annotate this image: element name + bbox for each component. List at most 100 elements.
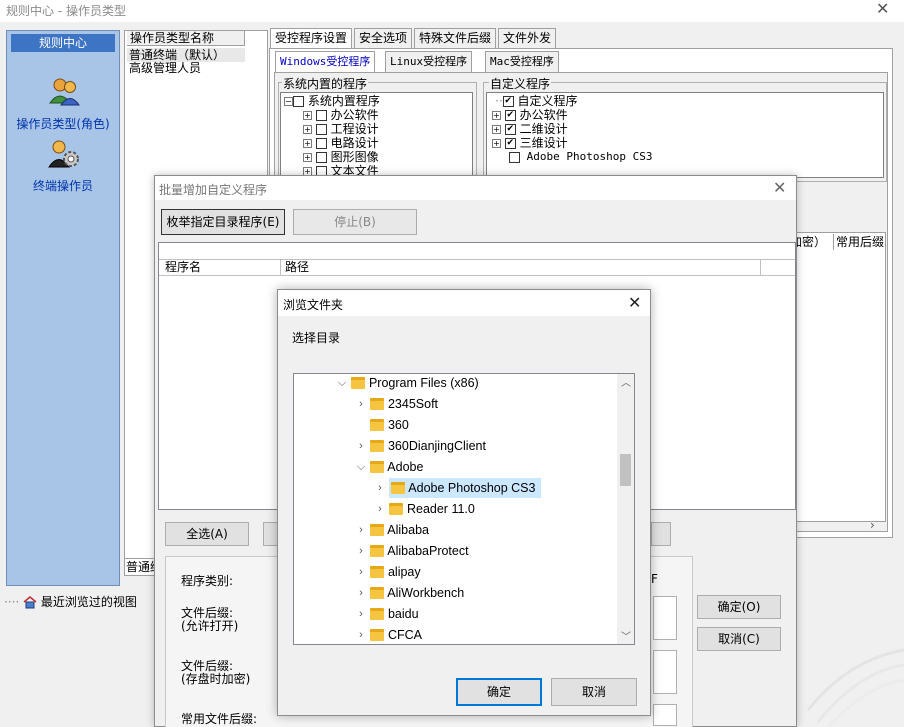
folder-row[interactable]: › alipay bbox=[355, 562, 420, 583]
browse-dialog-title: 浏览文件夹 bbox=[283, 298, 344, 312]
chevron-right-icon[interactable]: › bbox=[355, 604, 367, 625]
folder-icon bbox=[389, 502, 404, 515]
scroll-down-arrow[interactable]: ﹀ bbox=[621, 628, 631, 643]
folder-row[interactable]: › Adobe Photoshop CS3 bbox=[374, 478, 542, 499]
tab-controlled-programs[interactable]: 受控程序设置 bbox=[270, 28, 353, 49]
tree-row[interactable]: ·· ✔ 自定义程序 bbox=[495, 94, 577, 108]
partial-button[interactable] bbox=[651, 522, 671, 546]
tree-row[interactable]: − 系统内置程序 bbox=[284, 94, 380, 108]
stop-button[interactable]: 停止(B) bbox=[293, 209, 417, 235]
checkbox[interactable] bbox=[509, 151, 520, 163]
enum-directory-button[interactable]: 枚举指定目录程序(E) bbox=[161, 209, 285, 235]
folder-row[interactable]: 360 bbox=[355, 415, 409, 436]
role-list-header[interactable]: 操作员类型名称 bbox=[127, 31, 245, 46]
browse-cancel-button[interactable]: 取消 bbox=[551, 678, 637, 706]
subtab-mac[interactable]: Mac受控程序 bbox=[485, 51, 559, 72]
chevron-down-icon[interactable]: ⌵ bbox=[336, 374, 348, 394]
subtab-linux[interactable]: Linux受控程序 bbox=[385, 51, 473, 72]
folder-icon bbox=[391, 481, 406, 494]
checkbox-checked[interactable]: ✔ bbox=[504, 110, 516, 121]
expand-icon[interactable]: + bbox=[303, 139, 312, 148]
batch-cancel-button[interactable]: 取消(C) bbox=[697, 627, 781, 651]
batch-close-button[interactable]: ✕ bbox=[773, 178, 786, 197]
folder-row[interactable]: › Alibaba bbox=[355, 520, 429, 541]
role-row[interactable]: 高级管理人员 bbox=[127, 61, 245, 75]
scrollbar-thumb[interactable] bbox=[620, 454, 631, 486]
tree-row[interactable]: + ✔ 办公软件 bbox=[492, 108, 568, 122]
chevron-right-icon[interactable]: › bbox=[355, 625, 367, 644]
nav-label-operator-types: 操作员类型(角色) bbox=[16, 117, 110, 131]
select-all-button[interactable]: 全选(A) bbox=[165, 522, 249, 546]
expand-icon[interactable]: + bbox=[492, 125, 501, 134]
tree-row[interactable]: + ✔ 三维设计 bbox=[492, 136, 568, 150]
nav-item-terminal-operators[interactable]: 终端操作员 bbox=[7, 135, 119, 193]
chevron-right-icon[interactable]: › bbox=[355, 520, 367, 541]
recent-views-label: 最近浏览过的视图 bbox=[40, 595, 137, 609]
tree-row[interactable]: + 电路设计 bbox=[303, 136, 379, 150]
checkbox-checked[interactable]: ✔ bbox=[504, 124, 516, 135]
role-row-bottom[interactable]: 普通终 bbox=[125, 558, 155, 574]
scroll-right-arrow[interactable]: › bbox=[870, 518, 875, 532]
scroll-up-arrow[interactable]: ︿ bbox=[621, 374, 631, 389]
checkbox[interactable] bbox=[315, 138, 327, 149]
chevron-right-icon[interactable]: › bbox=[355, 583, 367, 604]
expand-icon[interactable]: + bbox=[492, 111, 501, 120]
expand-icon[interactable]: + bbox=[303, 153, 312, 162]
chevron-right-icon[interactable]: › bbox=[355, 562, 367, 583]
checkbox-checked[interactable]: ✔ bbox=[504, 138, 516, 149]
label-common-suffix: 常用文件后缀: bbox=[181, 712, 258, 726]
checkbox-checked[interactable]: ✔ bbox=[502, 96, 514, 107]
folder-row[interactable]: › 360DianjingClient bbox=[355, 436, 486, 457]
expand-icon[interactable]: + bbox=[303, 125, 312, 134]
tab-security-options[interactable]: 安全选项 bbox=[354, 28, 413, 48]
folder-row[interactable]: › AlibabaProtect bbox=[355, 541, 468, 562]
folder-row[interactable]: › baidu bbox=[355, 604, 418, 625]
tab-special-suffixes[interactable]: 特殊文件后缀 bbox=[414, 28, 497, 48]
checkbox[interactable] bbox=[315, 124, 327, 135]
folder-row[interactable]: › 2345Soft bbox=[355, 394, 438, 415]
folder-row[interactable]: › AliWorkbench bbox=[355, 583, 464, 604]
tree-row[interactable]: + 办公软件 bbox=[303, 108, 379, 122]
users-icon bbox=[49, 78, 80, 106]
tree-row[interactable]: + 图形图像 bbox=[303, 150, 379, 164]
col-header-path[interactable]: 路径 bbox=[285, 260, 761, 275]
vertical-scrollbar[interactable]: ︿ ﹀ bbox=[617, 374, 634, 644]
browse-ok-button[interactable]: 确定 bbox=[456, 678, 542, 706]
nav-item-operator-types[interactable]: 操作员类型(角色) bbox=[7, 71, 119, 131]
tree-row[interactable]: Adobe Photoshop CS3 bbox=[509, 150, 652, 164]
tree-row[interactable]: + 工程设计 bbox=[303, 122, 379, 136]
common-suffix-input[interactable] bbox=[653, 704, 677, 726]
browse-close-button[interactable]: ✕ bbox=[628, 293, 641, 312]
selected-folder[interactable]: Adobe Photoshop CS3 bbox=[389, 478, 542, 498]
main-close-button[interactable]: ✕ bbox=[876, 0, 889, 18]
role-row[interactable]: 普通终端（默认） bbox=[127, 48, 245, 62]
chevron-down-icon[interactable]: ⌵ bbox=[355, 457, 367, 478]
folder-row[interactable]: › CFCA bbox=[355, 625, 422, 644]
folder-icon bbox=[370, 397, 385, 410]
custom-group-title: 自定义程序 bbox=[489, 75, 552, 92]
folder-row[interactable]: › Reader 11.0 bbox=[374, 499, 475, 520]
chevron-right-icon[interactable]: › bbox=[355, 436, 367, 457]
checkbox[interactable] bbox=[293, 96, 304, 107]
folder-icon bbox=[370, 439, 385, 452]
collapse-icon[interactable]: − bbox=[284, 97, 293, 106]
subtab-windows[interactable]: Windows受控程序 bbox=[275, 51, 376, 72]
chevron-right-icon[interactable]: › bbox=[374, 499, 386, 520]
expand-icon[interactable]: + bbox=[492, 139, 501, 148]
recent-views-link[interactable]: ···· 最近浏览过的视图 bbox=[4, 594, 137, 610]
expand-icon[interactable]: + bbox=[303, 111, 312, 120]
main-titlebar: 规则中心 - 操作员类型 ✕ bbox=[0, 0, 904, 22]
tree-row[interactable]: + ✔ 二维设计 bbox=[492, 122, 568, 136]
chevron-right-icon[interactable]: › bbox=[355, 394, 367, 415]
checkbox[interactable] bbox=[315, 152, 327, 163]
checkbox[interactable] bbox=[315, 110, 327, 121]
chevron-right-icon[interactable]: › bbox=[355, 541, 367, 562]
col-header-program-name[interactable]: 程序名 bbox=[165, 260, 281, 275]
chevron-right-icon[interactable]: › bbox=[374, 478, 386, 499]
tab-file-outgoing[interactable]: 文件外发 bbox=[498, 28, 557, 48]
batch-ok-button[interactable]: 确定(O) bbox=[697, 595, 781, 619]
folder-row[interactable]: ⌵ Program Files (x86) bbox=[336, 374, 479, 394]
suffix-open-input[interactable] bbox=[653, 596, 677, 640]
folder-row[interactable]: ⌵ Adobe bbox=[355, 457, 424, 478]
suffix-save-input[interactable] bbox=[653, 650, 677, 694]
